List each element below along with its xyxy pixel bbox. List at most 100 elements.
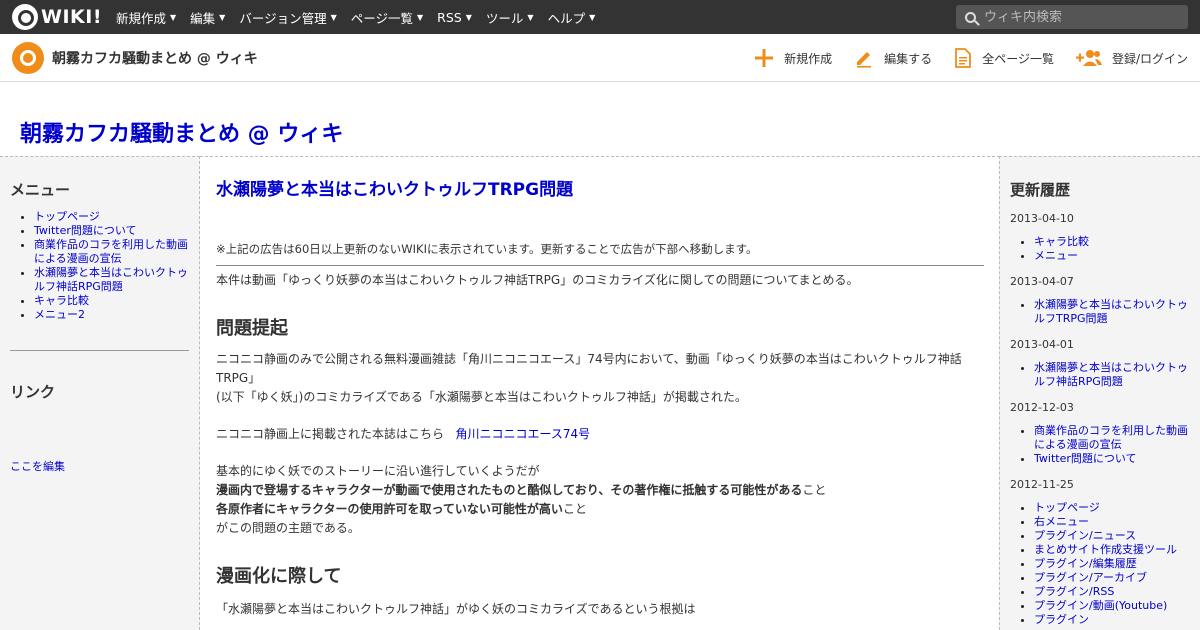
- list-item: 右メニュー: [1034, 515, 1190, 529]
- nav-version[interactable]: バージョン管理 ▼: [239, 8, 336, 27]
- change-list: キャラ比較 メニュー: [1034, 235, 1190, 263]
- atwiki-logo[interactable]: WIKI!: [12, 4, 102, 30]
- menu-item: 商業作品のコラを利用した動画による漫画の宣伝: [34, 238, 189, 266]
- list-item: プラグイン: [1034, 613, 1190, 627]
- change-date: 2012-12-03: [1010, 401, 1074, 414]
- change-link[interactable]: プラグイン/編集履歴: [1034, 557, 1137, 570]
- change-date: 2013-04-07: [1010, 275, 1074, 288]
- at-logo-icon: [12, 4, 38, 30]
- list-item: Twitter問題について: [1034, 452, 1190, 466]
- menu-list: トップページ Twitter問題について 商業作品のコラを利用した動画による漫画…: [34, 210, 189, 322]
- edit-button[interactable]: 編集する: [854, 48, 932, 68]
- search-input[interactable]: [984, 9, 1174, 25]
- menu-link-collage[interactable]: 商業作品のコラを利用した動画による漫画の宣伝: [34, 238, 188, 265]
- main-content: 水瀬陽夢と本当はこわいクトゥルフTRPG問題 ※上記の広告は60日以上更新のない…: [200, 156, 1000, 630]
- change-link[interactable]: 水瀬陽夢と本当はこわいクトゥルフTRPG問題: [1034, 298, 1188, 325]
- section-heading-comicalize: 漫画化に際して: [216, 566, 342, 587]
- list-item: プラグイン/アーカイブ: [1034, 571, 1190, 585]
- menu-item: メニュー2: [34, 308, 189, 322]
- change-link[interactable]: キャラ比較: [1034, 235, 1089, 248]
- document-icon: [954, 48, 972, 68]
- site-header: 朝霧カフカ騒動まとめ @ ウィキ 新規作成 編集する 全ページ一覧 登録/ログイ…: [0, 34, 1200, 82]
- change-link[interactable]: プラグイン/動画(Youtube): [1034, 599, 1167, 612]
- change-link[interactable]: プラグイン/RSS: [1034, 585, 1114, 598]
- menu-link-twitter[interactable]: Twitter問題について: [34, 224, 137, 237]
- change-link[interactable]: プラグイン/ニュース: [1034, 529, 1136, 542]
- caret-down-icon: ▼: [527, 12, 534, 22]
- change-link[interactable]: 商業作品のコラを利用した動画による漫画の宣伝: [1034, 424, 1188, 451]
- menu-title: メニュー: [10, 181, 71, 199]
- nav-rss[interactable]: RSS ▼: [437, 8, 472, 27]
- list-item: キャラ比較: [1034, 235, 1190, 249]
- paragraph: 基本的にゆく妖でのストーリーに沿い進行していくようだが: [216, 464, 540, 478]
- caret-down-icon: ▼: [417, 12, 424, 22]
- menu-link-trpg[interactable]: 水瀬陽夢と本当はこわいクトゥルフ神話RPG問題: [34, 266, 188, 293]
- change-link[interactable]: 右メニュー: [1034, 515, 1089, 528]
- magazine-link[interactable]: 角川ニコニコエース74号: [455, 427, 590, 441]
- divider: [216, 265, 984, 266]
- site-logo-icon[interactable]: [12, 41, 44, 74]
- caret-down-icon: ▼: [589, 12, 596, 22]
- list-item: まとめサイト作成支援ツール: [1034, 543, 1190, 557]
- list-item: メニュー: [1034, 249, 1190, 263]
- caret-down-icon: ▼: [170, 12, 177, 22]
- change-list: 水瀬陽夢と本当はこわいクトゥルフTRPG問題: [1034, 298, 1190, 326]
- top-nav: 新規作成 ▼ 編集 ▼ バージョン管理 ▼ ページ一覧 ▼ RSS ▼ ツール ▼ ヘルプ ▼: [116, 8, 609, 27]
- menu-link-top[interactable]: トップページ: [34, 210, 100, 223]
- page-title[interactable]: 朝霧カフカ騒動まとめ @ ウィキ: [20, 116, 343, 148]
- change-list: 商業作品のコラを利用した動画による漫画の宣伝 Twitter問題について: [1034, 424, 1190, 466]
- nav-help[interactable]: ヘルプ ▼: [548, 8, 596, 27]
- change-link[interactable]: Twitter問題について: [1034, 452, 1137, 465]
- change-date: 2013-04-10: [1010, 212, 1074, 225]
- ad-notice: ※上記の広告は60日以上更新のないWIKIに表示されています。更新することで広告…: [216, 242, 758, 256]
- paragraph: (以下「ゆく妖」)のコミカライズである「水瀬陽夢と本当はこわいクトゥルフ神話」が…: [216, 390, 747, 404]
- top-bar: WIKI! 新規作成 ▼ 編集 ▼ バージョン管理 ▼ ページ一覧 ▼ RSS ▼ ツール…: [0, 0, 1200, 34]
- links-title: リンク: [10, 383, 56, 401]
- search-box: [956, 5, 1188, 29]
- change-link[interactable]: まとめサイト作成支援ツール: [1034, 543, 1177, 556]
- paragraph: 各原作者にキャラクターの使用許可を取っていない可能性が高いこと: [216, 502, 587, 516]
- paragraph: ニコニコ静画上に掲載された本誌はこちら 角川ニコニコエース74号: [216, 427, 591, 441]
- article-title[interactable]: 水瀬陽夢と本当はこわいクトゥルフTRPG問題: [216, 175, 984, 200]
- divider: [10, 350, 189, 351]
- list-item: 水瀬陽夢と本当はこわいクトゥルフ神話RPG問題: [1034, 361, 1190, 389]
- change-link[interactable]: メニュー: [1034, 249, 1078, 262]
- list-item: プラグイン/RSS: [1034, 585, 1190, 599]
- change-link[interactable]: 水瀬陽夢と本当はこわいクトゥルフ神話RPG問題: [1034, 361, 1188, 388]
- paragraph: 「水瀬陽夢と本当はこわいクトゥルフ神話」がゆく妖のコミカライズであるという根拠は: [216, 602, 696, 616]
- nav-pages[interactable]: ページ一覧 ▼: [351, 8, 423, 27]
- new-page-button[interactable]: 新規作成: [754, 48, 832, 68]
- all-pages-button[interactable]: 全ページ一覧: [954, 48, 1054, 68]
- menu-item: キャラ比較: [34, 294, 189, 308]
- nav-new[interactable]: 新規作成 ▼: [116, 8, 176, 27]
- caret-down-icon: ▼: [465, 12, 472, 22]
- change-list: トップページ 右メニュー プラグイン/ニュース まとめサイト作成支援ツール プラ…: [1034, 501, 1190, 627]
- nav-tools[interactable]: ツール ▼: [486, 8, 534, 27]
- list-item: プラグイン/ニュース: [1034, 529, 1190, 543]
- search-icon[interactable]: [965, 11, 976, 23]
- add-user-icon: [1075, 48, 1102, 68]
- nav-edit[interactable]: 編集 ▼: [190, 8, 225, 27]
- caret-down-icon: ▼: [219, 12, 226, 22]
- login-button[interactable]: 登録/ログイン: [1075, 48, 1188, 68]
- menu-item: トップページ: [34, 210, 189, 224]
- recent-changes-title: 更新履歴: [1010, 181, 1071, 199]
- menu-link-chara[interactable]: キャラ比較: [34, 294, 89, 307]
- paragraph: ニコニコ静画のみで公開される無料漫画雑誌「角川ニコニコエース」74号内において、…: [216, 352, 962, 385]
- menu-item: 水瀬陽夢と本当はこわいクトゥルフ神話RPG問題: [34, 266, 189, 294]
- caret-down-icon: ▼: [330, 12, 337, 22]
- logo-text: WIKI!: [41, 6, 102, 28]
- edit-here-link[interactable]: ここを編集: [10, 458, 189, 474]
- change-date: 2013-04-01: [1010, 338, 1074, 351]
- site-name[interactable]: 朝霧カフカ騒動まとめ @ ウィキ: [52, 48, 258, 68]
- left-sidebar: メニュー トップページ Twitter問題について 商業作品のコラを利用した動画…: [0, 156, 200, 630]
- change-link[interactable]: トップページ: [1034, 501, 1100, 514]
- list-item: トップページ: [1034, 501, 1190, 515]
- header-actions: 新規作成 編集する 全ページ一覧 登録/ログイン: [732, 34, 1188, 82]
- menu-link-menu2[interactable]: メニュー2: [34, 308, 85, 321]
- paragraph: がこの問題の主題である。: [216, 521, 360, 535]
- paragraph: 漫画内で登場するキャラクターが動画で使用されたものと酷似しており、その著作権に抵…: [216, 483, 827, 497]
- change-link[interactable]: プラグイン/アーカイブ: [1034, 571, 1147, 584]
- intro-text: 本件は動画「ゆっくり妖夢の本当はこわいクトゥルフ神話TRPG」のコミカライズ化に…: [216, 273, 859, 287]
- change-link[interactable]: プラグイン: [1034, 613, 1089, 626]
